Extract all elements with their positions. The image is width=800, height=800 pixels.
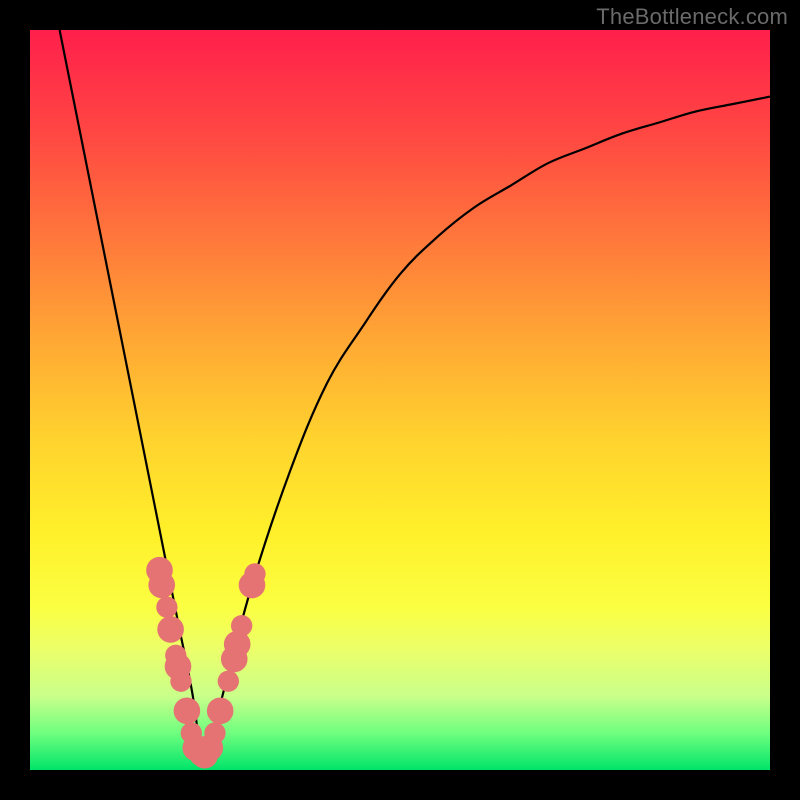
data-marker bbox=[204, 722, 225, 743]
bottleneck-curve bbox=[60, 30, 770, 760]
plot-area bbox=[30, 30, 770, 770]
data-marker bbox=[244, 563, 265, 584]
data-marker bbox=[170, 671, 191, 692]
watermark-text: TheBottleneck.com bbox=[596, 4, 788, 30]
data-marker bbox=[156, 597, 177, 618]
data-marker bbox=[157, 616, 184, 643]
data-marker bbox=[218, 671, 239, 692]
chart-frame: TheBottleneck.com bbox=[0, 0, 800, 800]
chart-svg bbox=[30, 30, 770, 770]
data-marker bbox=[231, 615, 252, 636]
marker-group bbox=[146, 557, 265, 769]
data-marker bbox=[148, 572, 175, 599]
data-marker bbox=[174, 697, 201, 724]
data-marker bbox=[207, 697, 234, 724]
